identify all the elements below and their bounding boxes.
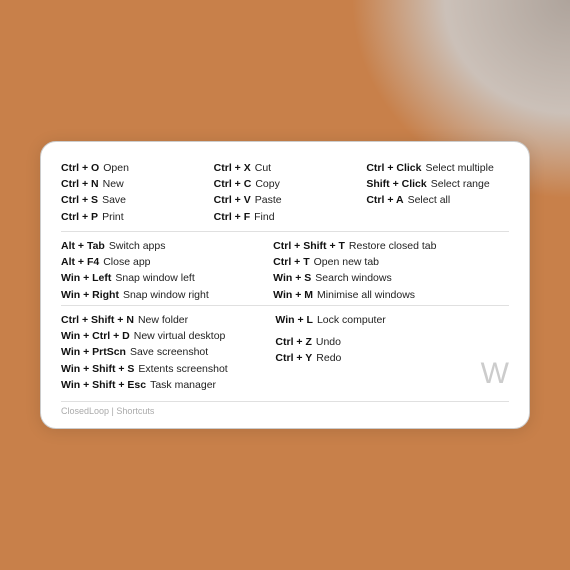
col-open-print: Ctrl + OOpen Ctrl + NNew Ctrl + SSave Ct… (61, 160, 204, 225)
footer-text: ClosedLoop | Shortcuts (61, 406, 154, 416)
key: Alt + F4 (61, 254, 99, 270)
desc: New (103, 176, 124, 192)
shortcut-row: Win + MMinimise all windows (273, 287, 509, 303)
desc: Select range (431, 176, 490, 192)
desc: Extents screenshot (138, 361, 227, 377)
shortcut-row: Ctrl + Click Select multiple (366, 160, 509, 176)
desc: Cut (255, 160, 271, 176)
key: Win + PrtScn (61, 344, 126, 360)
desc: New folder (138, 312, 188, 328)
shortcut-row: Win + PrtScnSave screenshot (61, 344, 265, 360)
shortcut-row: Ctrl + FFind (214, 209, 357, 225)
shortcut-row: Ctrl + T Open new tab (273, 254, 509, 270)
desc: Snap window right (123, 287, 209, 303)
key: Ctrl + P (61, 209, 98, 225)
mid-section: Alt + TabSwitch apps Alt + F4Close app W… (61, 231, 509, 303)
key: Ctrl + S (61, 192, 98, 208)
key: Win + Left (61, 270, 111, 286)
shortcut-row: Ctrl + Shift + NNew folder (61, 312, 265, 328)
shortcut-row: Win + LeftSnap window left (61, 270, 263, 286)
desc: Save (102, 192, 126, 208)
desc: Minimise all windows (317, 287, 415, 303)
key: Ctrl + N (61, 176, 99, 192)
key: Ctrl + A (366, 192, 403, 208)
logo-w: W (481, 359, 509, 389)
shortcut-row: Ctrl + A Select all (366, 192, 509, 208)
desc: Redo (316, 350, 341, 366)
shortcut-row: Win + LLock computer (275, 312, 436, 328)
key: Ctrl + T (273, 254, 309, 270)
shortcut-row: Win + Shift + SExtents screenshot (61, 361, 265, 377)
key: Ctrl + Z (275, 334, 311, 350)
desc: Close app (103, 254, 150, 270)
desc: Switch apps (109, 238, 166, 254)
desc: Restore closed tab (349, 238, 437, 254)
shortcut-row: Win + RightSnap window right (61, 287, 263, 303)
key: Shift + Click (366, 176, 426, 192)
desc: Copy (255, 176, 280, 192)
key: Ctrl + F (214, 209, 250, 225)
desc: Find (254, 209, 274, 225)
shortcut-row: Ctrl + OOpen (61, 160, 204, 176)
shortcut-row: Ctrl + YRedo (275, 350, 436, 366)
shortcut-row: Win + Shift + EscTask manager (61, 377, 265, 393)
key: Ctrl + Y (275, 350, 312, 366)
key: Ctrl + Shift + N (61, 312, 134, 328)
desc: Print (102, 209, 124, 225)
key: Ctrl + X (214, 160, 251, 176)
col-select: Ctrl + Click Select multiple Shift + Clic… (366, 160, 509, 225)
shortcut-row: Ctrl + Shift + TRestore closed tab (273, 238, 509, 254)
key: Ctrl + C (214, 176, 252, 192)
shortcuts-card: Ctrl + OOpen Ctrl + NNew Ctrl + SSave Ct… (40, 141, 530, 429)
desc: Open (103, 160, 129, 176)
key: Ctrl + O (61, 160, 99, 176)
shortcut-row: Win + SSearch windows (273, 270, 509, 286)
shortcut-row: Ctrl + XCut (214, 160, 357, 176)
desc: Open new tab (314, 254, 379, 270)
col-lock-undo: Win + LLock computer Ctrl + Z Undo Ctrl +… (275, 312, 436, 393)
key: Win + L (275, 312, 313, 328)
desc: New virtual desktop (134, 328, 226, 344)
shortcut-row: Ctrl + Z Undo (275, 334, 436, 350)
key: Alt + Tab (61, 238, 105, 254)
desc: Snap window left (115, 270, 194, 286)
top-section: Ctrl + OOpen Ctrl + NNew Ctrl + SSave Ct… (61, 160, 509, 225)
desc: Undo (316, 334, 341, 350)
desc: Select all (408, 192, 451, 208)
key: Ctrl + Click (366, 160, 421, 176)
desc: Save screenshot (130, 344, 208, 360)
bot-section: Ctrl + Shift + NNew folder Win + Ctrl + … (61, 305, 509, 393)
key: Win + Ctrl + D (61, 328, 130, 344)
col-alttab-winright: Alt + TabSwitch apps Alt + F4Close app W… (61, 238, 263, 303)
shortcut-row: Alt + F4Close app (61, 254, 263, 270)
shortcut-row: Ctrl + PPrint (61, 209, 204, 225)
key: Win + M (273, 287, 313, 303)
shortcut-row: Ctrl + VPaste (214, 192, 357, 208)
desc: Select multiple (426, 160, 494, 176)
shortcut-row: Ctrl + NNew (61, 176, 204, 192)
key: Ctrl + V (214, 192, 251, 208)
col-tabs-windows: Ctrl + Shift + TRestore closed tab Ctrl … (273, 238, 509, 303)
shortcut-row: Win + Ctrl + DNew virtual desktop (61, 328, 265, 344)
shortcut-row: Shift + Click Select range (366, 176, 509, 192)
col-folders-screenshot: Ctrl + Shift + NNew folder Win + Ctrl + … (61, 312, 265, 393)
shortcut-row: Ctrl + CCopy (214, 176, 357, 192)
key: Win + Shift + S (61, 361, 134, 377)
desc: Task manager (150, 377, 216, 393)
desc: Search windows (315, 270, 391, 286)
shortcut-row: Alt + TabSwitch apps (61, 238, 263, 254)
desc: Lock computer (317, 312, 386, 328)
key: Win + S (273, 270, 311, 286)
shortcut-row: Ctrl + SSave (61, 192, 204, 208)
footer: ClosedLoop | Shortcuts (61, 401, 509, 416)
key: Ctrl + Shift + T (273, 238, 345, 254)
key: Win + Right (61, 287, 119, 303)
col-cut-find: Ctrl + XCut Ctrl + CCopy Ctrl + VPaste C… (214, 160, 357, 225)
desc: Paste (255, 192, 282, 208)
key: Win + Shift + Esc (61, 377, 146, 393)
